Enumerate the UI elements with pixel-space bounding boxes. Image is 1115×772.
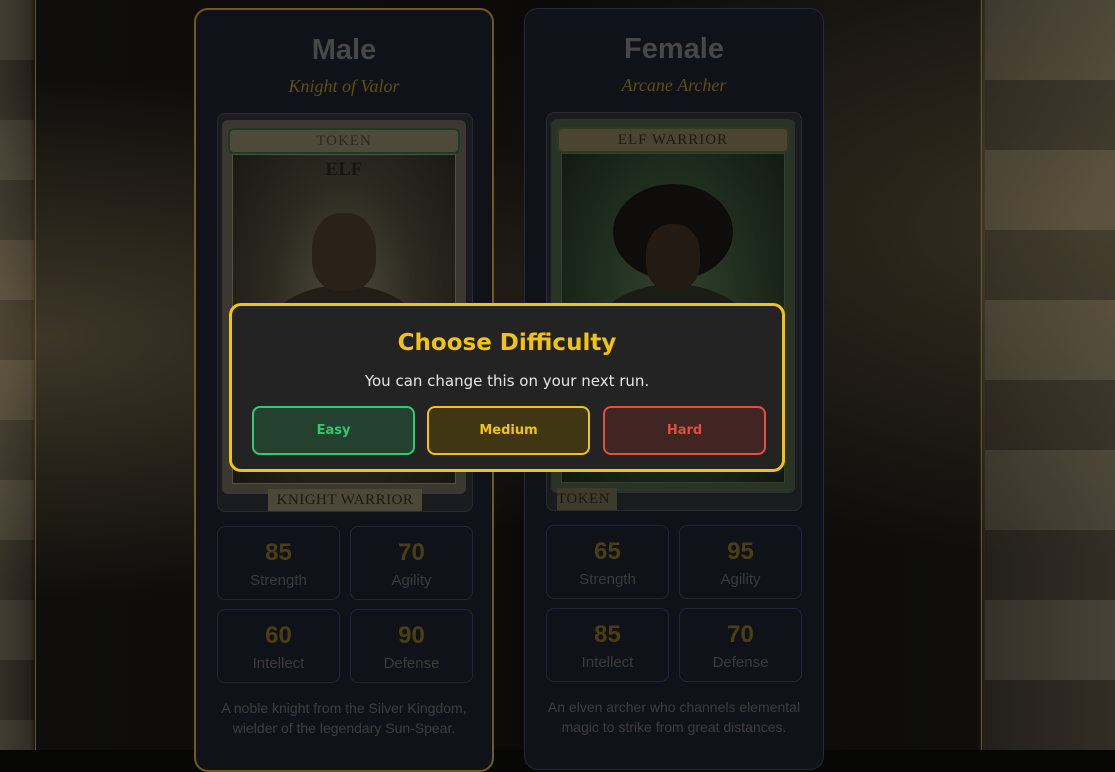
hard-button[interactable]: Hard	[603, 406, 766, 455]
stat-intellect: 60 Intellect	[217, 609, 340, 683]
stat-value: 95	[727, 538, 754, 565]
stat-strength: 85 Strength	[217, 526, 340, 600]
character-name: Male	[311, 34, 377, 66]
stat-value: 70	[398, 539, 425, 566]
stat-label: Strength	[250, 572, 307, 589]
stat-value: 70	[727, 621, 754, 648]
token-bottom-banner: TOKEN	[557, 488, 617, 510]
frame-border-right	[981, 0, 982, 750]
stat-defense: 70 Defense	[679, 608, 802, 682]
difficulty-modal: Choose Difficulty You can change this on…	[229, 303, 785, 472]
stat-strength: 65 Strength	[546, 525, 669, 599]
stat-label: Defense	[712, 654, 769, 671]
stat-agility: 70 Agility	[350, 526, 473, 600]
token-banner: TOKEN	[228, 128, 460, 154]
token-banner: ELF WARRIOR	[557, 127, 789, 153]
stat-label: Strength	[579, 571, 636, 588]
stat-defense: 90 Defense	[350, 609, 473, 683]
character-class: Arcane Archer	[621, 75, 727, 95]
character-class: Knight of Valor	[288, 76, 400, 96]
stat-value: 90	[398, 622, 425, 649]
stat-label: Intellect	[252, 655, 305, 672]
stat-value: 85	[594, 621, 621, 648]
stat-label: Intellect	[581, 654, 634, 671]
stat-intellect: 85 Intellect	[546, 608, 669, 682]
frame-border-left	[35, 0, 36, 750]
stat-label: Agility	[720, 571, 761, 588]
easy-button[interactable]: Easy	[252, 406, 415, 455]
modal-subtitle: You can change this on your next run.	[364, 372, 650, 390]
right-pillar-art	[985, 0, 1115, 750]
character-name: Female	[624, 33, 724, 65]
character-description: An elven archer who channels elemental m…	[547, 699, 801, 735]
stat-label: Defense	[383, 655, 440, 672]
token-subtitle: ELF	[325, 159, 363, 180]
stat-value: 85	[265, 539, 292, 566]
stat-value: 65	[594, 538, 621, 565]
stat-label: Agility	[391, 572, 432, 589]
token-bottom-banner: KNIGHT WARRIOR	[268, 489, 422, 511]
stat-value: 60	[265, 622, 292, 649]
left-pillar-art	[0, 0, 34, 750]
stat-agility: 95 Agility	[679, 525, 802, 599]
modal-title: Choose Difficulty	[397, 330, 617, 356]
figure-head-image	[312, 213, 376, 291]
figure-head-image	[646, 224, 700, 290]
character-description: A noble knight from the Silver Kingdom, …	[221, 700, 467, 736]
medium-button[interactable]: Medium	[427, 406, 590, 455]
